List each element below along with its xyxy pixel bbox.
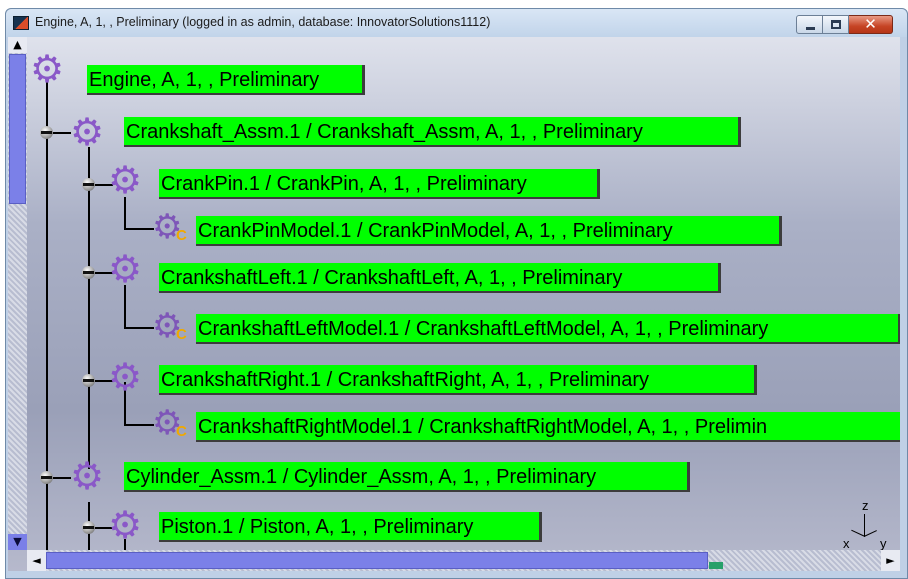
collapse-toggle-icon[interactable]	[40, 126, 53, 139]
tree-node-label[interactable]: CrankshaftLeftModel.1 / CrankshaftLeftMo…	[196, 314, 900, 344]
close-icon: ✕	[864, 15, 877, 33]
gear-icon: ⚙	[108, 158, 143, 202]
collapse-toggle-icon[interactable]	[82, 521, 95, 534]
scroll-right-arrow-icon[interactable]: ►	[881, 550, 900, 571]
cad-badge-icon: C	[176, 326, 187, 343]
close-button[interactable]: ✕	[849, 15, 893, 34]
compass-x-label: x	[843, 536, 850, 551]
tree-node-label[interactable]: Engine, A, 1, , Preliminary	[87, 65, 365, 95]
gear-icon: ⚙	[70, 110, 105, 154]
tree-node-label[interactable]: CrankshaftRightModel.1 / CrankshaftRight…	[196, 412, 900, 442]
compass-icon[interactable]: z x y	[834, 498, 894, 551]
gear-icon: ⚙	[108, 355, 143, 399]
tree-line	[124, 327, 154, 329]
tree-node-label[interactable]: Piston.1 / Piston, A, 1, , Preliminary	[159, 512, 542, 542]
cad-badge-icon: C	[176, 227, 187, 244]
tree-node-label[interactable]: CrankPinModel.1 / CrankPinModel, A, 1, ,…	[196, 216, 782, 246]
collapse-toggle-icon[interactable]	[82, 374, 95, 387]
minimize-icon	[806, 27, 815, 30]
compass-z-axis	[864, 514, 865, 536]
vertical-scrollbar[interactable]: ▲ ▼	[8, 37, 27, 550]
tree-node-label[interactable]: CrankPin.1 / CrankPin, A, 1, , Prelimina…	[159, 169, 600, 199]
collapse-toggle-icon[interactable]	[82, 266, 95, 279]
maximize-button[interactable]	[823, 15, 849, 34]
app-icon	[13, 16, 29, 30]
tree-line	[88, 147, 90, 469]
tree-line	[124, 424, 154, 426]
scroll-position-marker	[709, 562, 723, 569]
gear-icon: ⚙	[108, 503, 143, 547]
compass-y-axis	[863, 530, 877, 537]
scroll-down-arrow-icon[interactable]: ▼	[8, 534, 27, 550]
cad-badge-icon: C	[176, 423, 187, 440]
collapse-toggle-icon[interactable]	[82, 178, 95, 191]
tree-node-label[interactable]: Crankshaft_Assm.1 / Crankshaft_Assm, A, …	[124, 117, 741, 147]
collapse-toggle-icon[interactable]	[40, 471, 53, 484]
title-bar[interactable]: Engine, A, 1, , Preliminary (logged in a…	[6, 9, 907, 37]
tree-node-label[interactable]: CrankshaftRight.1 / CrankshaftRight, A, …	[159, 365, 757, 395]
tree-line	[124, 285, 126, 327]
gear-icon: ⚙	[30, 47, 65, 91]
gear-icon: ⚙	[108, 247, 143, 291]
gear-icon: ⚙	[70, 454, 105, 498]
scroll-left-arrow-icon[interactable]: ◄	[27, 550, 46, 571]
structure-tree-view[interactable]: ▲ ▼ ⚙ Engine, A, 1, , Preliminary ⚙ Cran…	[8, 37, 900, 571]
maximize-icon	[831, 20, 841, 29]
vertical-scroll-thumb[interactable]	[9, 54, 26, 204]
window-title: Engine, A, 1, , Preliminary (logged in a…	[35, 15, 491, 29]
compass-z-label: z	[862, 498, 869, 513]
tree-node-label[interactable]: CrankshaftLeft.1 / CrankshaftLeft, A, 1,…	[159, 263, 721, 293]
tree-line	[124, 228, 154, 230]
minimize-button[interactable]	[796, 15, 823, 34]
tree-node-label[interactable]: Cylinder_Assm.1 / Cylinder_Assm, A, 1, ,…	[124, 462, 690, 492]
scroll-up-arrow-icon[interactable]: ▲	[8, 37, 27, 53]
horizontal-scrollbar[interactable]: ◄ ►	[27, 550, 900, 571]
horizontal-scroll-thumb[interactable]	[46, 552, 708, 569]
compass-y-label: y	[880, 536, 887, 551]
